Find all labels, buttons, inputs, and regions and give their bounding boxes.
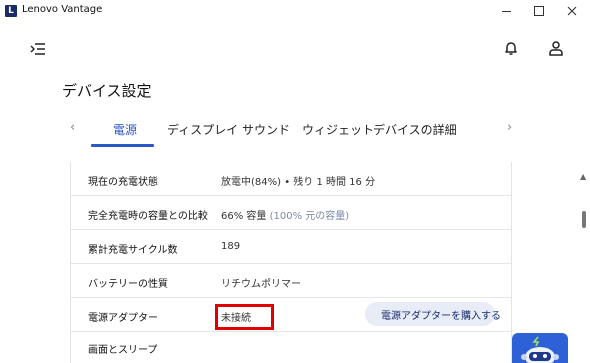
window-title: Lenovo Vantage <box>22 4 103 15</box>
close-button[interactable] <box>556 0 588 22</box>
charge-status-label: 現在の充電状態 <box>88 177 158 188</box>
power-adapter-label: 電源アダプター <box>88 313 158 324</box>
tab-display[interactable]: ディスプレイ <box>167 121 238 138</box>
table-row: 現在の充電状態 放電中(84%) • 残り 1 時間 16 分 <box>71 162 511 196</box>
close-icon <box>567 6 577 16</box>
minimize-button[interactable] <box>490 0 522 22</box>
table-row: 完全充電時の容量との比較 66% 容量 (100% 元の容量) <box>71 196 511 230</box>
capacity-current: 66% 容量 <box>221 211 267 222</box>
title-bar: L Lenovo Vantage <box>0 0 590 22</box>
scrollbar-thumb[interactable] <box>582 211 586 228</box>
battery-chemistry-value: リチウムポリマー <box>221 279 301 290</box>
tabs-next-arrow[interactable]: › <box>507 120 512 135</box>
buy-adapter-label: 電源アダプターを購入する <box>381 310 501 322</box>
capacity-original: (100% 元の容量) <box>269 211 350 222</box>
menu-collapse-icon[interactable] <box>30 41 46 55</box>
buy-adapter-button[interactable]: 電源アダプターを購入する <box>365 302 501 326</box>
capacity-compare-value: 66% 容量 (100% 元の容量) <box>221 207 349 222</box>
user-icon[interactable] <box>548 40 564 56</box>
screen-sleep-label: 画面とスリープ <box>88 345 158 356</box>
table-row: 累計充電サイクル数 189 <box>71 230 511 264</box>
table-row: バッテリーの性質 リチウムポリマー <box>71 264 511 298</box>
battery-chemistry-label: バッテリーの性質 <box>88 279 168 290</box>
highlight-annotation <box>215 304 274 330</box>
bell-icon[interactable] <box>503 40 519 56</box>
capacity-compare-label: 完全充電時の容量との比較 <box>88 211 208 222</box>
active-tab-indicator <box>91 144 154 147</box>
cycle-count-value: 189 <box>221 241 241 252</box>
app-logo: L <box>5 5 17 17</box>
table-row: 画面とスリープ <box>71 332 511 363</box>
assistant-robot-icon[interactable] <box>512 333 568 363</box>
scroll-up-arrow[interactable]: ▲ <box>580 172 586 181</box>
battery-info-card: 現在の充電状態 放電中(84%) • 残り 1 時間 16 分 完全充電時の容量… <box>70 162 512 363</box>
maximize-button[interactable] <box>523 0 555 22</box>
table-row: 電源アダプター 未接続 電源アダプターを購入する <box>71 298 511 332</box>
cycle-count-label: 累計充電サイクル数 <box>88 245 178 256</box>
tab-device-details[interactable]: デバイスの詳細 <box>373 121 457 138</box>
page-title: デバイス設定 <box>62 82 152 100</box>
tab-power[interactable]: 電源 <box>113 121 137 138</box>
tab-widget[interactable]: ウィジェット <box>302 121 374 138</box>
tab-sound[interactable]: サウンド <box>242 121 290 138</box>
tab-bar: 電源 ディスプレイ サウンド ウィジェット デバイスの詳細 <box>0 116 590 148</box>
charge-status-value: 放電中(84%) • 残り 1 時間 16 分 <box>221 177 376 188</box>
